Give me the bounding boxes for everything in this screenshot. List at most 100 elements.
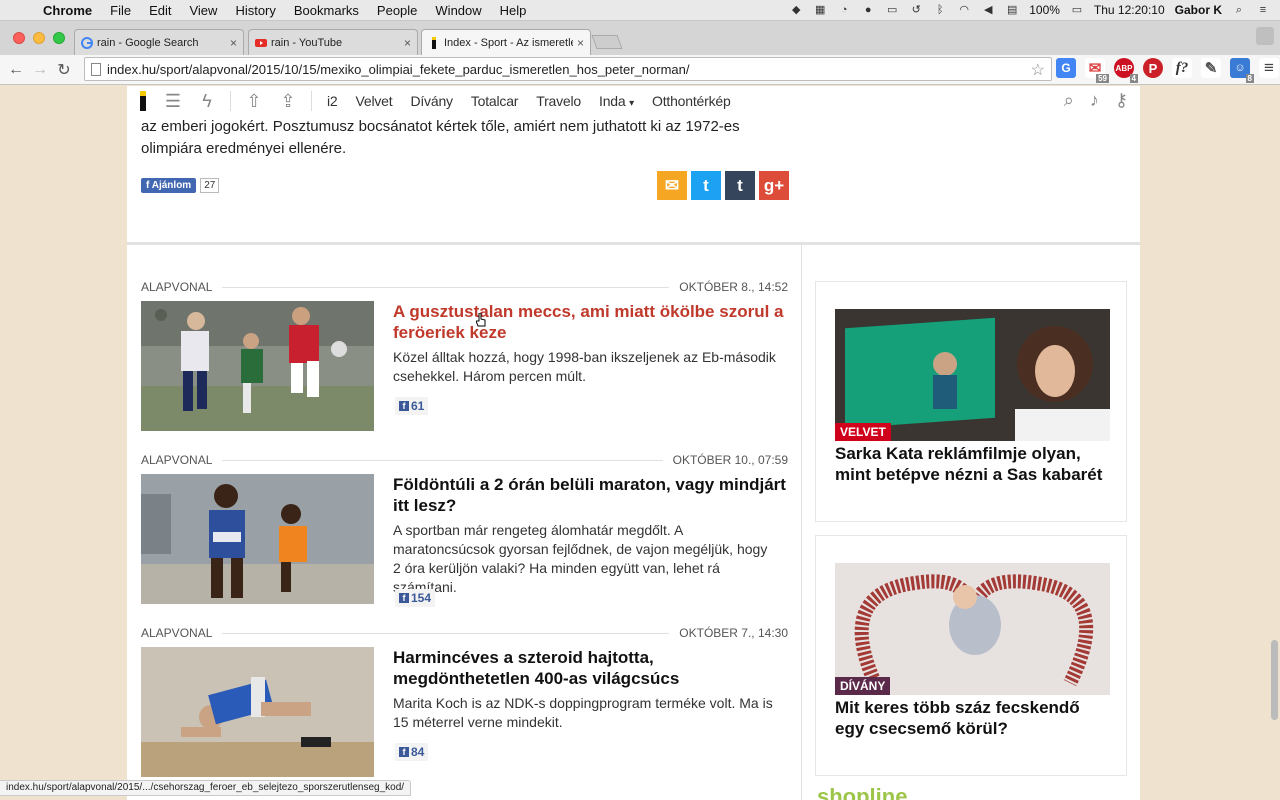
nav-link-travelo[interactable]: Travelo [527, 93, 590, 109]
share-icon[interactable]: ⇪ [271, 91, 305, 112]
key-icon[interactable]: ⚷ [1115, 90, 1128, 111]
category-tag[interactable]: VELVET [835, 423, 891, 441]
article-thumbnail[interactable] [141, 301, 374, 431]
menu-edit[interactable]: Edit [140, 3, 180, 18]
partner-logo-text[interactable]: shopline [817, 784, 907, 800]
battery-icon[interactable]: ▭ [1070, 4, 1084, 16]
bell-icon[interactable]: ♪ [1090, 90, 1099, 111]
menu-bookmarks[interactable]: Bookmarks [285, 3, 368, 18]
twitter-share-icon[interactable]: t [691, 171, 721, 200]
pinterest-icon[interactable]: P [1143, 58, 1163, 78]
nav-link-totalcar[interactable]: Totalcar [462, 93, 527, 109]
index-icon [432, 37, 436, 49]
chevron-down-icon: ▾ [629, 98, 634, 109]
profile-avatar-icon[interactable] [1256, 27, 1274, 45]
article-section[interactable]: ALAPVONAL [141, 626, 212, 640]
browser-tab-strip: rain - Google Search × rain - YouTube × … [0, 21, 1280, 56]
sidebar-promo-card[interactable]: VELVET Sarka Kata reklámfilmje olyan, mi… [815, 281, 1127, 522]
tumblr-share-icon[interactable]: t [725, 171, 755, 200]
nav-link-i2[interactable]: i2 [318, 93, 347, 109]
scroll-top-arrow-icon[interactable]: ⇧ [237, 91, 271, 112]
article-card: ALAPVONAL OKTÓBER 10., 07:59 Földöntúli … [141, 453, 788, 613]
gmail-icon[interactable]: ✉ 59 [1085, 58, 1109, 83]
wrench-icon[interactable]: ✎ [1201, 58, 1221, 78]
menu-view[interactable]: View [180, 3, 226, 18]
promo-headline-link[interactable]: Sarka Kata reklámfilmje olyan, mint beté… [835, 443, 1110, 485]
nav-link-otthonterkep[interactable]: Otthontérkép [643, 93, 740, 109]
article-headline-link[interactable]: Harmincéves a szteroid hajtotta, megdönt… [393, 647, 788, 689]
menu-app-name[interactable]: Chrome [34, 3, 101, 18]
promo-image[interactable] [835, 309, 1110, 441]
google-translate-icon[interactable]: G [1056, 58, 1076, 78]
tab-google-search[interactable]: rain - Google Search × [74, 29, 244, 55]
sidebar-promo-card[interactable]: DÍVÁNY Mit keres több száz fecskendő egy… [815, 535, 1127, 776]
facebook-share-count[interactable]: f 61 [395, 397, 429, 415]
tab-close-icon[interactable]: × [577, 36, 584, 50]
page-scrollbar[interactable] [1271, 640, 1278, 720]
article-thumbnail[interactable] [141, 647, 374, 777]
forward-arrow-icon[interactable]: → [28, 58, 52, 82]
google-plus-share-icon[interactable]: g+ [759, 171, 789, 200]
battery-percent[interactable]: 100% [1029, 3, 1060, 17]
facebook-share-count[interactable]: f 154 [395, 589, 436, 607]
nav-link-divany[interactable]: Dívány [401, 93, 461, 109]
timer-icon[interactable]: ◔ [837, 4, 851, 16]
reload-icon[interactable]: ↻ [52, 58, 76, 82]
index-logo[interactable] [140, 91, 146, 111]
menu-history[interactable]: History [226, 3, 284, 18]
nav-link-inda[interactable]: Inda ▾ [590, 93, 643, 109]
facebook-like-widget: f Ajánlom 27 [141, 178, 220, 193]
search-icon[interactable]: ⌕ [1064, 90, 1074, 111]
bluetooth-icon[interactable]: ᛒ [933, 4, 947, 16]
window-minimize-button[interactable] [33, 32, 45, 44]
extension-person-icon[interactable]: ☺ 8 [1230, 58, 1254, 83]
hamburger-menu-icon[interactable]: ☰ [156, 91, 190, 112]
article-lead-text: az emberi jogokért. Posztumusz bocsánato… [141, 118, 740, 157]
address-bar[interactable]: index.hu/sport/alapvonal/2015/10/15/mexi… [84, 57, 1052, 81]
record-icon[interactable]: ● [861, 4, 875, 16]
adblock-icon[interactable]: ABP 4 [1114, 58, 1138, 83]
facebook-share-count[interactable]: f 84 [395, 743, 429, 761]
time-machine-icon[interactable]: ↺ [909, 4, 923, 16]
article-thumbnail[interactable] [141, 474, 374, 604]
wifi-icon[interactable]: ◠ [957, 4, 971, 16]
volume-icon[interactable]: ◀ [981, 4, 995, 16]
email-share-icon[interactable]: ✉ [657, 171, 687, 200]
new-tab-button[interactable] [591, 35, 623, 49]
notification-list-icon[interactable]: ≡ [1256, 4, 1270, 16]
formula-icon[interactable]: f? [1172, 58, 1192, 78]
window-close-button[interactable] [13, 32, 25, 44]
back-arrow-icon[interactable]: ← [4, 58, 28, 82]
spotlight-search-icon[interactable]: ⌕ [1232, 4, 1246, 16]
article-headline-link[interactable]: Földöntúli a 2 órán belüli maraton, vagy… [393, 474, 788, 516]
airplay-icon[interactable]: ▭ [885, 4, 899, 16]
article-section[interactable]: ALAPVONAL [141, 453, 212, 467]
menu-file[interactable]: File [101, 3, 140, 18]
article-headline-link[interactable]: A gusztustalan meccs, ami miatt ökölbe s… [393, 301, 788, 343]
menu-help[interactable]: Help [491, 3, 536, 18]
grid-icon[interactable]: ▦ [813, 4, 827, 16]
menu-people[interactable]: People [368, 3, 426, 18]
category-tag[interactable]: DÍVÁNY [835, 677, 891, 695]
lightning-icon[interactable]: ϟ [190, 91, 224, 112]
address-url[interactable]: index.hu/sport/alapvonal/2015/10/15/mexi… [107, 62, 690, 77]
nav-separator [311, 91, 312, 111]
tab-index-active[interactable]: Index - Sport - Az ismeretlen × [421, 29, 591, 56]
menubar-user[interactable]: Gabor K [1175, 3, 1222, 17]
dropbox-icon[interactable]: ◆ [789, 4, 803, 16]
menu-window[interactable]: Window [426, 3, 490, 18]
tab-youtube[interactable]: rain - YouTube × [248, 29, 418, 55]
tab-close-icon[interactable]: × [404, 36, 411, 50]
bookmark-star-icon[interactable]: ☆ [1031, 60, 1045, 80]
tab-title: Index - Sport - Az ismeretlen [444, 37, 573, 49]
article-section[interactable]: ALAPVONAL [141, 280, 212, 294]
window-zoom-button[interactable] [53, 32, 65, 44]
tab-close-icon[interactable]: × [230, 36, 237, 50]
promo-headline-link[interactable]: Mit keres több száz fecskendő egy csecse… [835, 697, 1110, 739]
promo-image[interactable] [835, 563, 1110, 695]
menubar-clock[interactable]: Thu 12:20:10 [1094, 3, 1165, 17]
flag-icon[interactable]: ▤ [1005, 4, 1019, 16]
facebook-like-button[interactable]: f Ajánlom [141, 178, 197, 193]
nav-link-velvet[interactable]: Velvet [347, 93, 402, 109]
chrome-menu-icon[interactable]: ≡ [1259, 58, 1279, 78]
